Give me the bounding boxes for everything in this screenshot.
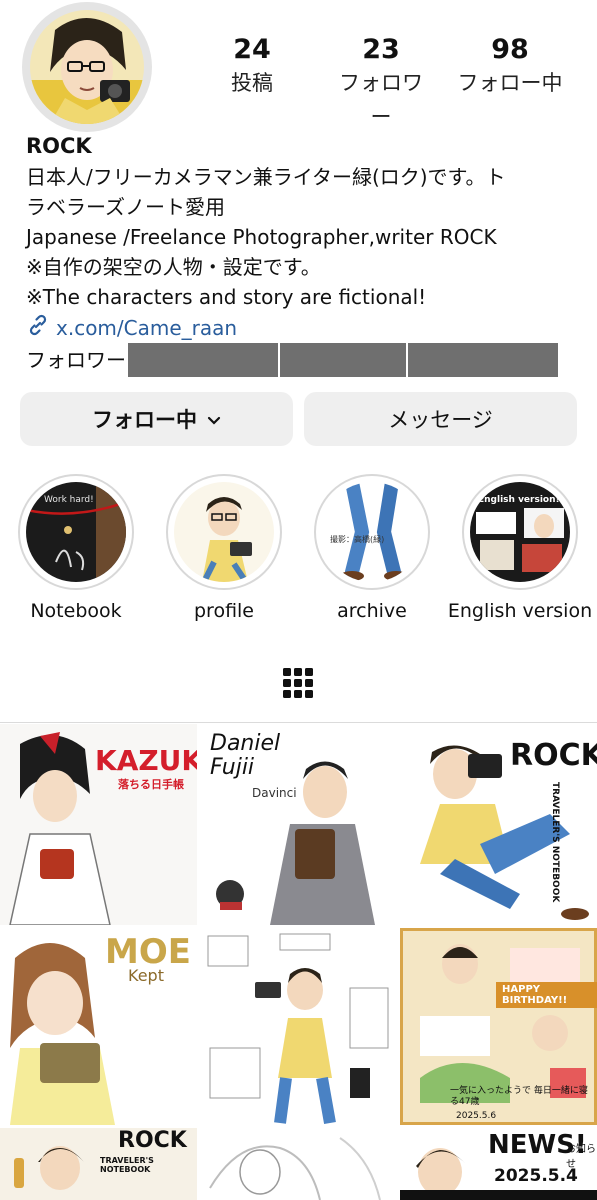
followed-by[interactable]: フォロワー	[26, 343, 558, 377]
post-tile[interactable]: MOE Kept	[0, 928, 197, 1125]
following-button-label: フォロー中	[92, 408, 197, 432]
highlight-label: archive	[337, 600, 407, 622]
followed-by-label: フォロワー	[26, 348, 126, 372]
followers-count: 23	[362, 34, 400, 65]
highlight-image: English version!	[470, 482, 570, 582]
post-tile[interactable]	[200, 928, 397, 1125]
post-subtitle: Davinci	[252, 786, 297, 800]
post-tile[interactable]: Daniel Fujii Davinci	[200, 724, 397, 925]
post-title: ROCK	[118, 1128, 187, 1153]
post-subtitle: TRAVELER'S NOTEBOOK	[550, 782, 560, 903]
post-date: 2025.5.4	[494, 1166, 578, 1186]
chevron-down-icon	[207, 407, 221, 431]
post-title: ROCK	[510, 738, 597, 773]
post-subtitle: TRAVELER'S NOTEBOOK	[100, 1156, 154, 1174]
highlight-image: Work hard!	[26, 482, 126, 582]
stat-posts[interactable]: 24 投稿	[202, 34, 302, 100]
bio-line: 日本人/フリーカメラマン兼ライター緑(ロク)です。ト	[26, 165, 506, 189]
highlight-notebook[interactable]: Work hard! Notebook	[18, 474, 151, 622]
link-text: x.com/Came_raan	[56, 315, 238, 340]
redacted-block	[280, 343, 406, 377]
stat-following[interactable]: 98 フォロー中	[445, 34, 575, 100]
profile-name: ROCK	[26, 134, 92, 158]
avatar[interactable]	[30, 10, 144, 124]
highlight-art-text: 撮影：高橋(緑)	[330, 534, 384, 544]
message-button-label: メッセージ	[388, 408, 493, 432]
highlight-art-text: English version!	[478, 495, 560, 505]
post-title: KAZUKI	[95, 744, 197, 777]
post-tile[interactable]: KAZUKI 落ちる日手帳	[0, 724, 197, 925]
message-button[interactable]: メッセージ	[304, 392, 577, 446]
redacted-block	[128, 343, 278, 377]
bio-line: ※自作の架空の人物・設定です。	[26, 255, 321, 279]
post-tile[interactable]: HAPPY BIRTHDAY!! 一気に入ったようで 毎日一緒に寝る47歳 20…	[400, 928, 597, 1125]
following-label: フォロー中	[457, 71, 563, 95]
stat-followers[interactable]: 23 フォロワー	[331, 34, 431, 134]
highlight-label: profile	[193, 600, 254, 622]
following-button[interactable]: フォロー中	[20, 392, 293, 446]
highlight-ring: Work hard!	[18, 474, 134, 590]
posts-count: 24	[233, 34, 271, 65]
post-title: Daniel Fujii	[210, 731, 281, 780]
highlight-archive[interactable]: 撮影：高橋(緑) archive	[314, 474, 447, 622]
highlight-image	[174, 482, 274, 582]
highlight-image: 撮影：高橋(緑)	[322, 482, 422, 582]
highlight-english-version[interactable]: English version! English version	[448, 474, 595, 622]
bio-line: Japanese /Freelance Photographer,writer …	[26, 225, 497, 249]
profile-link[interactable]: x.com/Came_raan	[26, 313, 237, 342]
bio-line: ラベラーズノート愛用	[26, 195, 225, 219]
post-subtitle: Kept	[128, 966, 164, 985]
followers-label: フォロワー	[339, 71, 423, 129]
highlight-ring	[166, 474, 282, 590]
redacted-block	[408, 343, 558, 377]
post-tile[interactable]: ROCK TRAVELER'S NOTEBOOK	[400, 724, 597, 925]
highlight-ring: 撮影：高橋(緑)	[314, 474, 430, 590]
link-chain-icon	[26, 313, 50, 342]
post-tile[interactable]: ROCK TRAVELER'S NOTEBOOK	[0, 1128, 197, 1200]
post-tile[interactable]	[200, 1128, 397, 1200]
post-tile[interactable]: NEWS! お知らせ 2025.5.4	[400, 1128, 597, 1200]
post-subtitle: 落ちる日手帳	[118, 778, 184, 791]
highlight-ring: English version!	[462, 474, 578, 590]
following-count: 98	[491, 34, 529, 65]
post-title: HAPPY BIRTHDAY!!	[496, 982, 597, 1008]
highlight-profile[interactable]: profile	[166, 474, 299, 622]
posts-label: 投稿	[231, 71, 273, 95]
highlight-label: English version	[447, 600, 593, 622]
grid-icon[interactable]	[281, 666, 315, 700]
bio-line: ※The characters and story are fictional!	[26, 285, 427, 309]
highlight-label: Notebook	[30, 600, 122, 622]
tab-divider	[0, 722, 597, 723]
post-date: 2025.5.6	[456, 1111, 497, 1121]
post-subtitle: 一気に入ったようで 毎日一緒に寝る47歳	[450, 1086, 588, 1107]
highlight-art-text: Work hard!	[44, 495, 94, 505]
